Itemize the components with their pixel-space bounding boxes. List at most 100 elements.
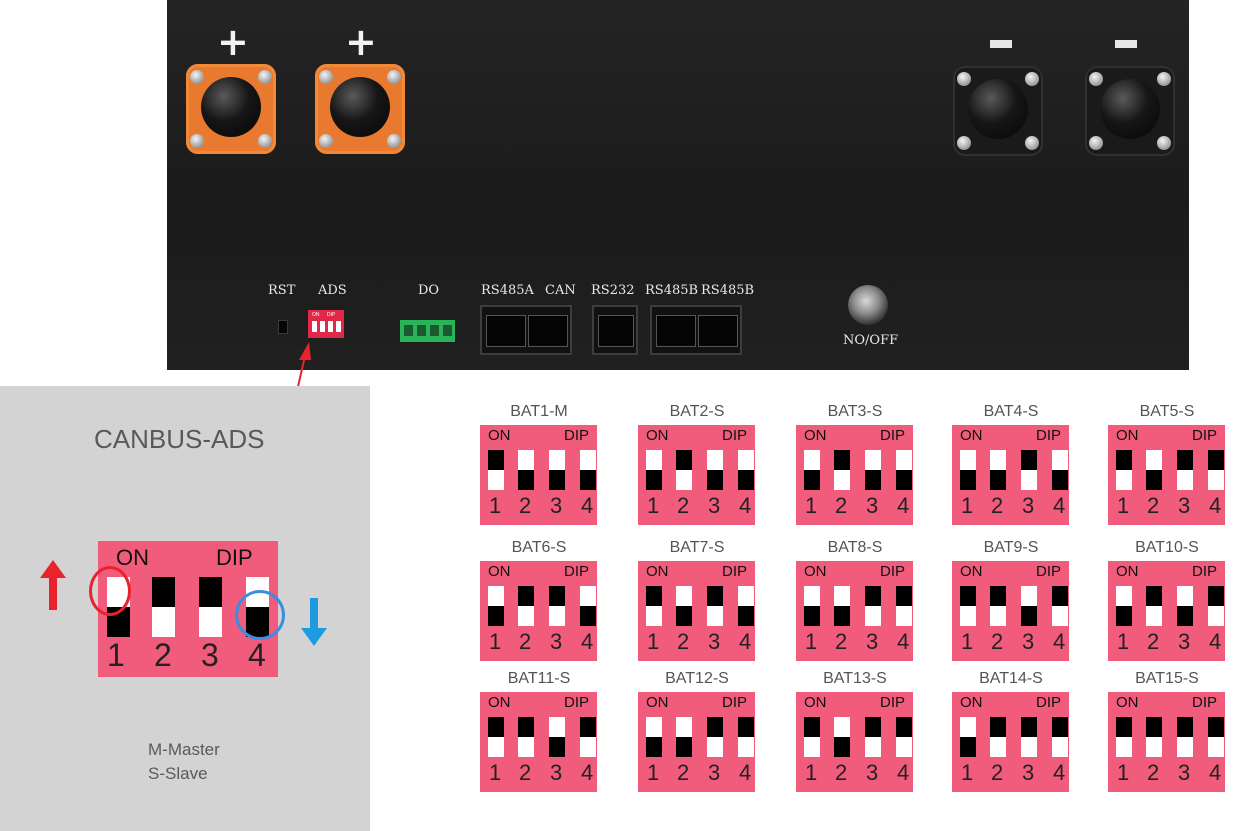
dip-slot-1	[1116, 717, 1132, 757]
dip-slot-1	[488, 586, 504, 626]
dip-slot-2	[518, 717, 534, 757]
dip-on-label: ON	[960, 563, 983, 580]
dip-slot-2	[990, 717, 1006, 757]
dip-number-1: 1	[647, 493, 660, 518]
dip-switch: ON DIP 1 2 3 4	[796, 561, 913, 661]
dip-slot-1	[646, 450, 662, 490]
bat-cell: BAT15-S ON DIP 1 2 3 4	[1102, 670, 1232, 795]
dip-number-3: 3	[866, 760, 879, 785]
dip-number-2: 2	[1147, 629, 1160, 654]
dip-number-2: 2	[677, 493, 690, 518]
bat-name: BAT4-S	[983, 403, 1039, 420]
switch-number-1: 1	[107, 637, 125, 673]
dip-on-label: ON	[960, 694, 983, 711]
dip-dip-label: DIP	[721, 563, 747, 580]
dip-on-label: ON	[804, 427, 827, 444]
legend-master: M-Master	[148, 740, 220, 759]
dip-number-1: 1	[1117, 760, 1130, 785]
dip-number-2: 2	[991, 629, 1004, 654]
dip-slot-3	[549, 586, 565, 626]
bat-cell: BAT5-S ON DIP 1 2 3 4	[1102, 403, 1232, 528]
dip-switch: ON DIP 1 2 3 4	[638, 425, 755, 525]
bat-cell: BAT14-S ON DIP 1 2 3 4	[946, 670, 1076, 795]
dip-number-2: 2	[677, 760, 690, 785]
dip-number-1: 1	[961, 629, 974, 654]
bat-name: BAT6-S	[511, 539, 567, 556]
dip-on-label: ON	[488, 694, 511, 711]
dip-slot-4	[738, 450, 754, 490]
dip-number-1: 1	[961, 493, 974, 518]
dip-slot-4	[580, 586, 596, 626]
bat-name: BAT9-S	[983, 539, 1039, 556]
dip-slot-4	[738, 586, 754, 626]
dip-number-4: 4	[739, 760, 752, 785]
dip-slot-3	[1021, 450, 1037, 490]
switch-on-label: ON	[116, 545, 149, 570]
dip-switch: ON DIP 1 2 3 4	[480, 561, 597, 661]
dip-dip-label: DIP	[563, 694, 589, 711]
bat-cell: BAT7-S ON DIP 1 2 3 4	[632, 539, 762, 664]
dip-number-1: 1	[647, 629, 660, 654]
switch-2	[152, 577, 175, 637]
dip-number-4: 4	[1053, 629, 1066, 654]
bat-name: BAT12-S	[665, 670, 729, 687]
dip-slot-1	[646, 586, 662, 626]
dip-number-2: 2	[1147, 760, 1160, 785]
dip-number-2: 2	[835, 629, 848, 654]
dip-on-label: ON	[960, 427, 983, 444]
dip-slot-2	[1146, 586, 1162, 626]
dip-slot-1	[804, 717, 820, 757]
card-title: CANBUS-ADS	[94, 424, 265, 454]
dip-switch: ON DIP 1 2 3 4	[952, 425, 1069, 525]
dip-dip-label: DIP	[1035, 427, 1061, 444]
dip-number-1: 1	[1117, 629, 1130, 654]
dip-slot-3	[865, 586, 881, 626]
dip-switch: ON DIP 1 2 3 4	[1108, 692, 1225, 792]
dip-dip-label: DIP	[1191, 427, 1217, 444]
bat-cell: BAT3-S ON DIP 1 2 3 4	[790, 403, 920, 528]
dip-on-label: ON	[1116, 427, 1139, 444]
dip-number-4: 4	[581, 629, 594, 654]
dip-number-2: 2	[519, 760, 532, 785]
dip-slot-4	[1208, 717, 1224, 757]
dip-slot-2	[834, 717, 850, 757]
dip-slot-1	[960, 717, 976, 757]
dip-slot-2	[518, 450, 534, 490]
dip-number-4: 4	[581, 760, 594, 785]
dip-number-3: 3	[866, 629, 879, 654]
dip-number-2: 2	[677, 629, 690, 654]
dip-slot-1	[1116, 586, 1132, 626]
dip-number-4: 4	[739, 493, 752, 518]
dip-number-3: 3	[866, 493, 879, 518]
bat-name: BAT14-S	[979, 670, 1043, 687]
switch-number-2: 2	[154, 637, 172, 673]
dip-number-3: 3	[550, 760, 563, 785]
dip-dip-label: DIP	[563, 563, 589, 580]
dip-number-3: 3	[1022, 760, 1035, 785]
bat-name: BAT2-S	[669, 403, 725, 420]
dip-slot-2	[518, 586, 534, 626]
dip-number-3: 3	[708, 760, 721, 785]
dip-slot-3	[707, 717, 723, 757]
dip-switch: ON DIP 1 2 3 4	[1108, 561, 1225, 661]
dip-slot-3	[707, 586, 723, 626]
dip-slot-2	[1146, 450, 1162, 490]
dip-switch: ON DIP 1 2 3 4	[952, 561, 1069, 661]
dip-slot-2	[1146, 717, 1162, 757]
switch-number-3: 3	[201, 637, 219, 673]
dip-number-4: 4	[1209, 493, 1222, 518]
dip-number-4: 4	[1053, 760, 1066, 785]
dip-dip-label: DIP	[1035, 563, 1061, 580]
dip-number-1: 1	[805, 629, 818, 654]
dip-slot-4	[896, 586, 912, 626]
dip-dip-label: DIP	[879, 427, 905, 444]
bat-cell: BAT11-S ON DIP 1 2 3 4	[474, 670, 604, 795]
dip-slot-1	[646, 717, 662, 757]
dip-number-2: 2	[519, 493, 532, 518]
bat-cell: BAT6-S ON DIP 1 2 3 4	[474, 539, 604, 664]
bat-name: BAT5-S	[1139, 403, 1195, 420]
dip-number-3: 3	[708, 629, 721, 654]
dip-switch: ON DIP 1 2 3 4	[638, 692, 755, 792]
dip-switch: ON DIP 1 2 3 4	[480, 692, 597, 792]
arrow-down-icon	[301, 598, 327, 646]
